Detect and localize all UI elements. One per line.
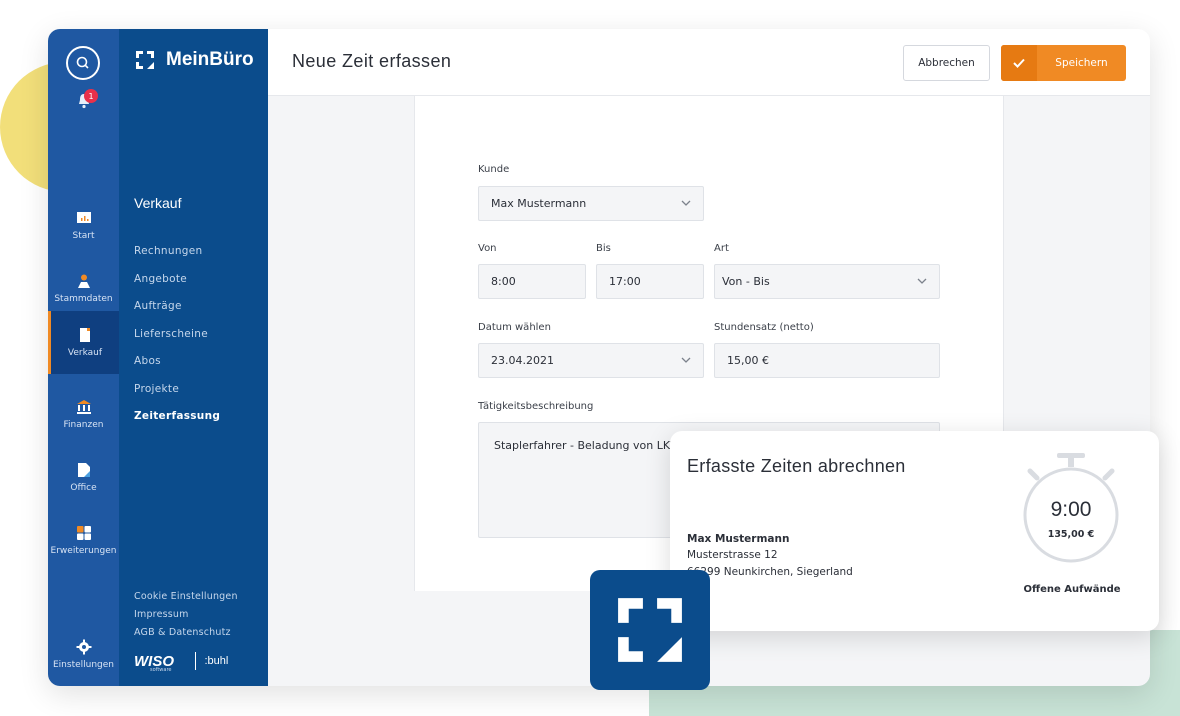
bank-icon (76, 400, 91, 414)
rail-label-einstellungen: Einstellungen (52, 660, 114, 670)
brand-logo[interactable]: MeinBüro (134, 49, 254, 71)
type-label: Art (714, 243, 729, 254)
summary-customer-city: 66299 Neunkirchen, Siegerland (687, 566, 853, 578)
cancel-button[interactable]: Abbrechen (903, 45, 990, 81)
wiso-sub-label: software (150, 667, 172, 673)
page-header: Neue Zeit erfassen Abbrechen Speichern (268, 29, 1150, 96)
billing-summary-card: Erfasste Zeiten abrechnen Max Mustermann… (670, 431, 1159, 631)
search-button[interactable] (66, 46, 100, 80)
grid-icon (76, 526, 91, 540)
nav-footer: Cookie Einstellungen Impressum AGB & Dat… (134, 591, 238, 645)
summary-customer-name: Max Mustermann (687, 533, 790, 545)
customer-value: Max Mustermann (491, 197, 587, 210)
save-button[interactable]: Speichern (1001, 45, 1126, 81)
chevron-down-icon (681, 200, 691, 206)
rail-label-verkauf: Verkauf (67, 348, 103, 358)
nav-item-zeiterfassung[interactable]: Zeiterfassung (134, 410, 220, 438)
to-label: Bis (596, 243, 611, 254)
folder-icon (77, 463, 90, 477)
person-icon (77, 274, 90, 288)
chevron-down-icon (917, 278, 927, 284)
customer-select[interactable]: Max Mustermann (478, 186, 704, 221)
to-time-input[interactable]: 17:00 (596, 264, 704, 299)
brand-name: MeinBüro (166, 49, 254, 70)
buhl-logo: :buhl (204, 655, 229, 667)
search-icon (76, 56, 89, 69)
nav-item-angebote[interactable]: Angebote (134, 273, 220, 301)
document-icon (80, 328, 90, 342)
check-icon (1001, 45, 1037, 81)
wiso-buhl-logo: WISO software :buhl (134, 649, 228, 673)
rail-item-erweiterungen[interactable]: Erweiterungen (48, 509, 119, 572)
rail-label-start: Start (72, 231, 95, 241)
icon-rail: 1 Start Stammdaten Verkauf Finanzen Offi… (48, 29, 119, 686)
nav-item-lieferscheine[interactable]: Lieferscheine (134, 328, 220, 356)
customer-label: Kunde (478, 164, 510, 175)
timer-value: 9:00 (1050, 498, 1092, 521)
chevron-down-icon (681, 357, 691, 363)
rail-item-verkauf[interactable]: Verkauf (48, 311, 119, 374)
footer-link-agb[interactable]: AGB & Datenschutz (134, 627, 238, 645)
nav-item-rechnungen[interactable]: Rechnungen (134, 245, 220, 273)
notification-badge: 1 (84, 89, 98, 103)
meinbuero-logo-icon (618, 598, 682, 662)
save-button-label: Speichern (1055, 57, 1108, 69)
from-label: Von (478, 243, 497, 254)
type-value: Von - Bis (722, 275, 770, 288)
timer-amount: 135,00 € (1047, 529, 1095, 540)
chart-icon (76, 212, 91, 223)
type-select[interactable]: Von - Bis (714, 264, 940, 299)
nav-item-abos[interactable]: Abos (134, 355, 220, 383)
footer-link-cookies[interactable]: Cookie Einstellungen (134, 591, 238, 609)
rail-label-finanzen: Finanzen (63, 420, 104, 430)
nav-section-title: Verkauf (134, 195, 182, 211)
from-time-input[interactable]: 8:00 (478, 264, 586, 299)
date-value: 23.04.2021 (491, 354, 554, 367)
gear-icon (76, 639, 91, 655)
rail-label-stammdaten: Stammdaten (54, 294, 113, 304)
logo-divider (195, 652, 197, 670)
from-value: 8:00 (491, 275, 516, 288)
description-label: Tätigkeitsbeschreibung (478, 401, 594, 412)
rate-value: 15,00 € (727, 354, 769, 367)
nav-item-projekte[interactable]: Projekte (134, 383, 220, 411)
to-value: 17:00 (609, 275, 641, 288)
rail-label-office: Office (70, 483, 97, 493)
rail-item-office[interactable]: Office (48, 446, 119, 509)
main-navigation: MeinBüro Verkauf Rechnungen Angebote Auf… (119, 29, 268, 686)
summary-title: Erfasste Zeiten abrechnen (687, 456, 906, 476)
date-label: Datum wählen (478, 322, 551, 333)
nav-list: Rechnungen Angebote Aufträge Lieferschei… (134, 245, 220, 438)
rate-label: Stundensatz (netto) (714, 322, 814, 333)
nav-item-auftraege[interactable]: Aufträge (134, 300, 220, 328)
rail-item-finanzen[interactable]: Finanzen (48, 383, 119, 446)
footer-link-impressum[interactable]: Impressum (134, 609, 238, 627)
hourly-rate-input[interactable]: 15,00 € (714, 343, 940, 378)
rail-label-erweiterungen: Erweiterungen (50, 546, 117, 556)
open-expenses-label: Offene Aufwände (1023, 584, 1121, 595)
meinbuero-app-logo (590, 570, 710, 690)
rail-item-start[interactable]: Start (48, 194, 119, 257)
meinbuero-logo-icon (136, 51, 154, 69)
rail-item-einstellungen[interactable]: Einstellungen (48, 623, 119, 686)
summary-customer-street: Musterstrasse 12 (687, 549, 778, 561)
date-picker[interactable]: 23.04.2021 (478, 343, 704, 378)
page-title: Neue Zeit erfassen (292, 51, 452, 71)
